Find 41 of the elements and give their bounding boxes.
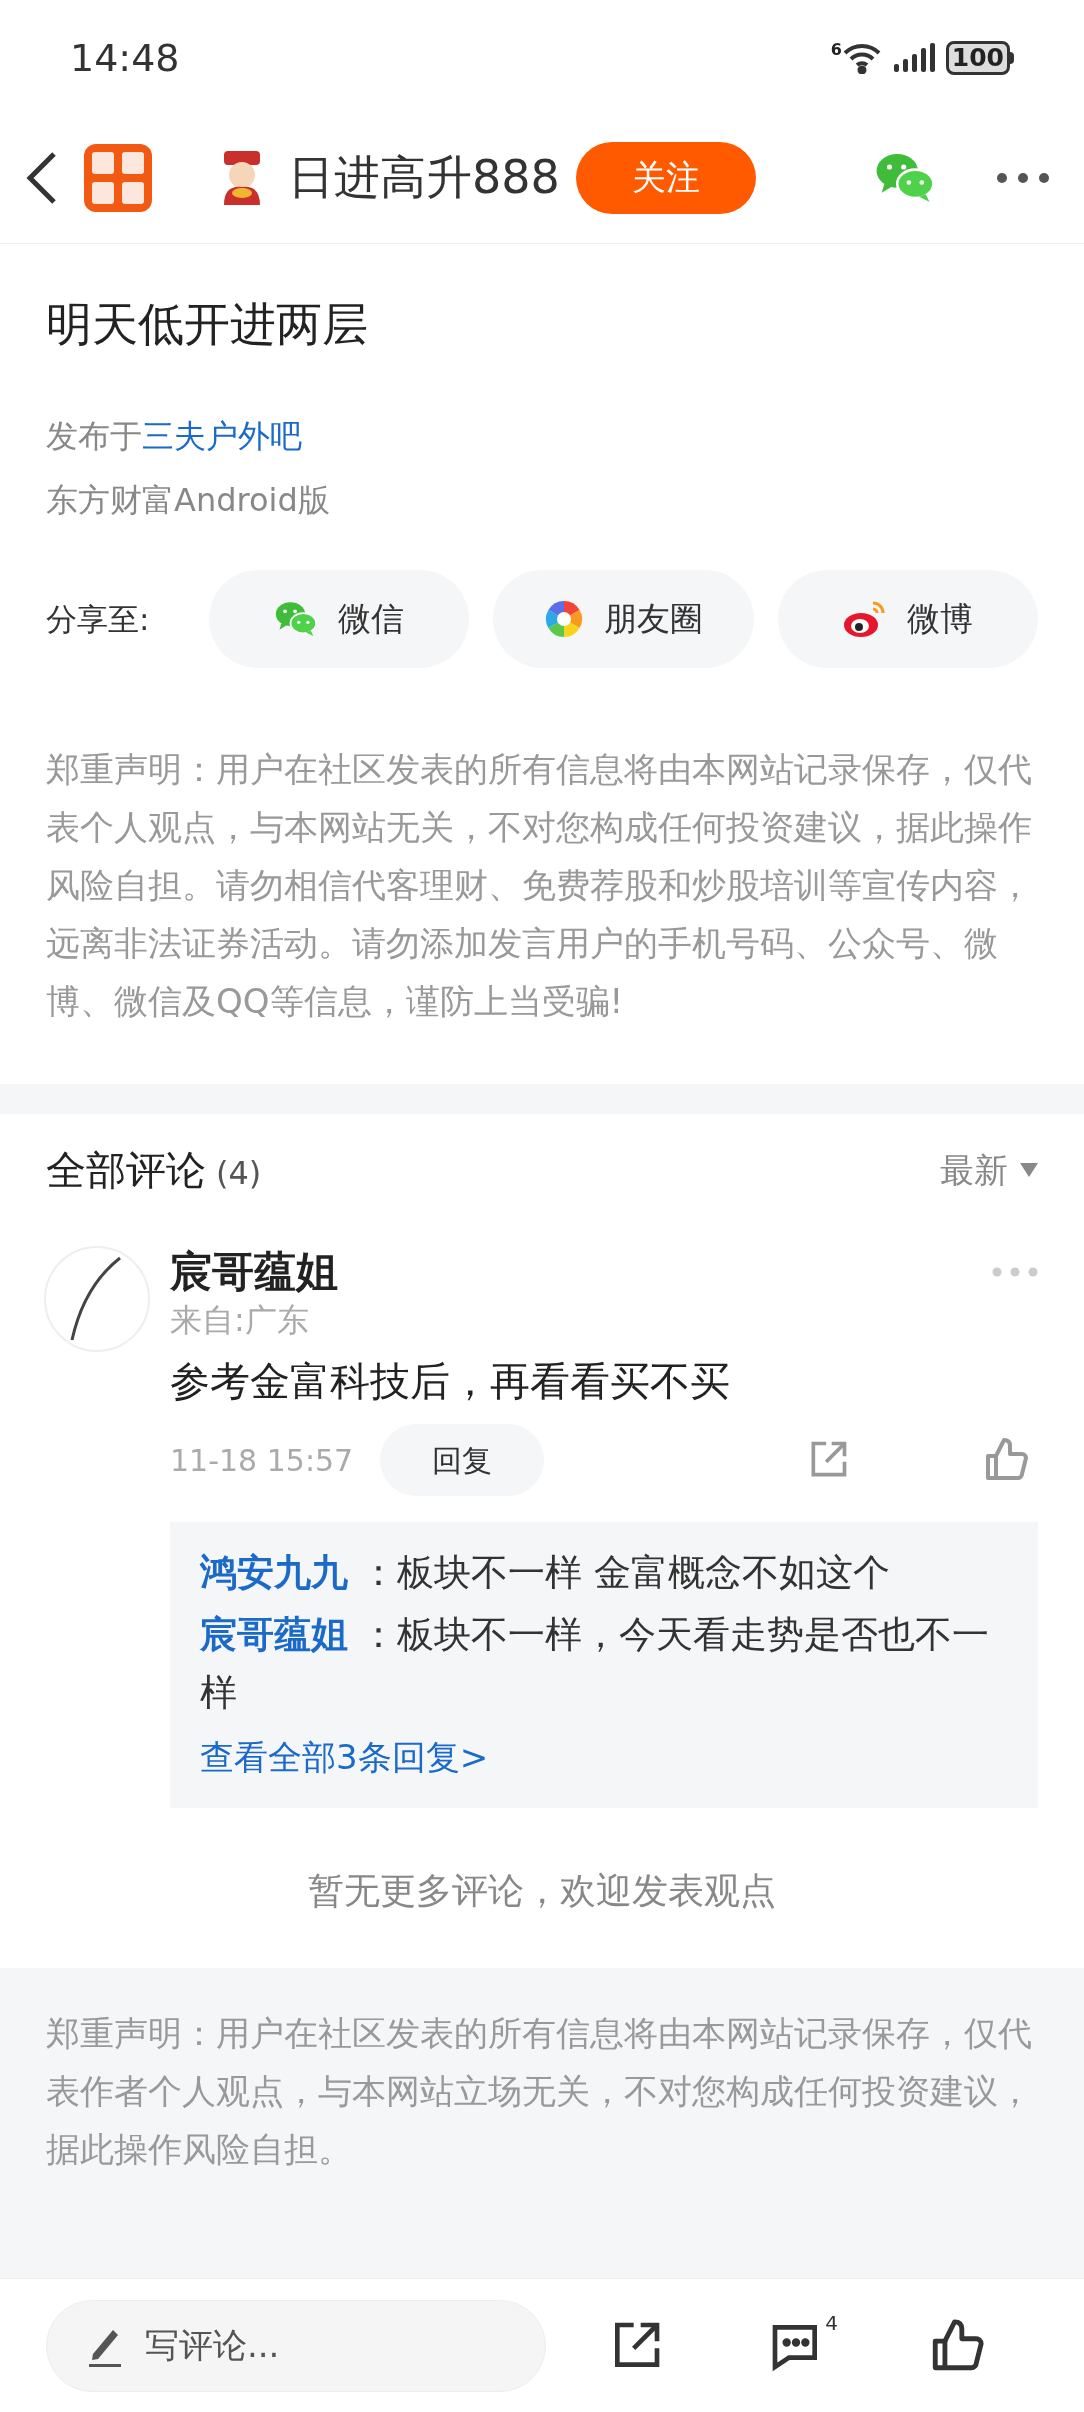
wifi-icon bbox=[841, 42, 882, 74]
comment-location: 来自:广东 bbox=[170, 1300, 310, 1341]
disclaimer-text: 郑重声明：用户在社区发表的所有信息将由本网站记录保存，仅代表个人观点，与本网站无关，不对您构成任何投资建议，据此操作风险自担。请勿相信代客理财、免费荐股和炒股培训等宣传内容，远离非法证券活动。请勿添加发言用户的手机号码、公众号、微博、微信及QQ等信息，谨防上当受骗! bbox=[46, 748, 1033, 1023]
avatar[interactable] bbox=[44, 1246, 150, 1352]
more-icon[interactable] bbox=[996, 171, 1050, 184]
share-target-button[interactable]: 朋友圈 bbox=[493, 570, 754, 668]
source-label: 东方财富Android版 bbox=[46, 480, 331, 520]
username[interactable]: 日进高升888 bbox=[288, 143, 560, 212]
sort-dropdown[interactable]: 最新 bbox=[940, 1144, 1038, 1196]
view-all-replies-link[interactable]: 查看全部3条回复> bbox=[200, 1728, 1008, 1786]
comment-input[interactable]: 写评论... bbox=[145, 2320, 445, 2371]
eye-logo-icon bbox=[842, 599, 887, 639]
comment-field[interactable]: 写评论... bbox=[46, 2299, 546, 2392]
comment-text: 参考金富科技后，再看看买不买 bbox=[170, 1357, 731, 1406]
network-label: 6 bbox=[830, 42, 842, 58]
no-more-comments: 暂无更多评论，欢迎发表观点 bbox=[307, 1869, 777, 1913]
reply-author-link[interactable]: 宸哥蕴姐 bbox=[200, 1613, 348, 1656]
share-target-button[interactable]: 微信 bbox=[209, 570, 470, 668]
battery-level: 100 bbox=[945, 41, 1010, 75]
comment-count: (4) bbox=[216, 1153, 262, 1194]
comment-author[interactable]: 宸哥蕴姐 bbox=[170, 1246, 338, 1298]
published-label: 发布于 bbox=[46, 417, 142, 455]
caret-icon bbox=[1020, 1163, 1038, 1177]
app-logo bbox=[84, 143, 152, 212]
chat-bubbles-icon bbox=[874, 151, 936, 204]
post-title: 明天低开进两层 bbox=[46, 296, 369, 353]
comment-count-label: 4 bbox=[825, 2309, 838, 2337]
comment-time: 11-18 15:57 bbox=[170, 1441, 355, 1480]
share-target-button[interactable]: 微博 bbox=[777, 570, 1038, 668]
reply-text: 宸哥蕴姐 ：板块不一样，今天看走势是否也不一样 bbox=[200, 1612, 990, 1716]
chat-bubbles-icon bbox=[274, 600, 319, 638]
aperture-icon bbox=[544, 599, 585, 639]
reply-button[interactable]: 回复 bbox=[380, 1424, 544, 1496]
reply-text: 鸿安九九 ：板块不一样 金富概念不如这个 bbox=[200, 1550, 891, 1596]
footer-disclaimer: 郑重声明：用户在社区发表的所有信息将由本网站记录保存，仅代表作者个人观点，与本网站立场无关，不对您构成任何投资建议，据此操作风险自担。 bbox=[46, 2012, 1033, 2171]
share-label: 分享至: bbox=[46, 599, 151, 639]
comments-heading: 全部评论 bbox=[46, 1146, 206, 1195]
clock: 14:48 bbox=[70, 34, 180, 82]
signal-icon bbox=[891, 42, 936, 74]
reply-author-link[interactable]: 鸿安九九 bbox=[200, 1551, 348, 1594]
forum-link[interactable]: 三夫户外吧 bbox=[142, 417, 302, 455]
